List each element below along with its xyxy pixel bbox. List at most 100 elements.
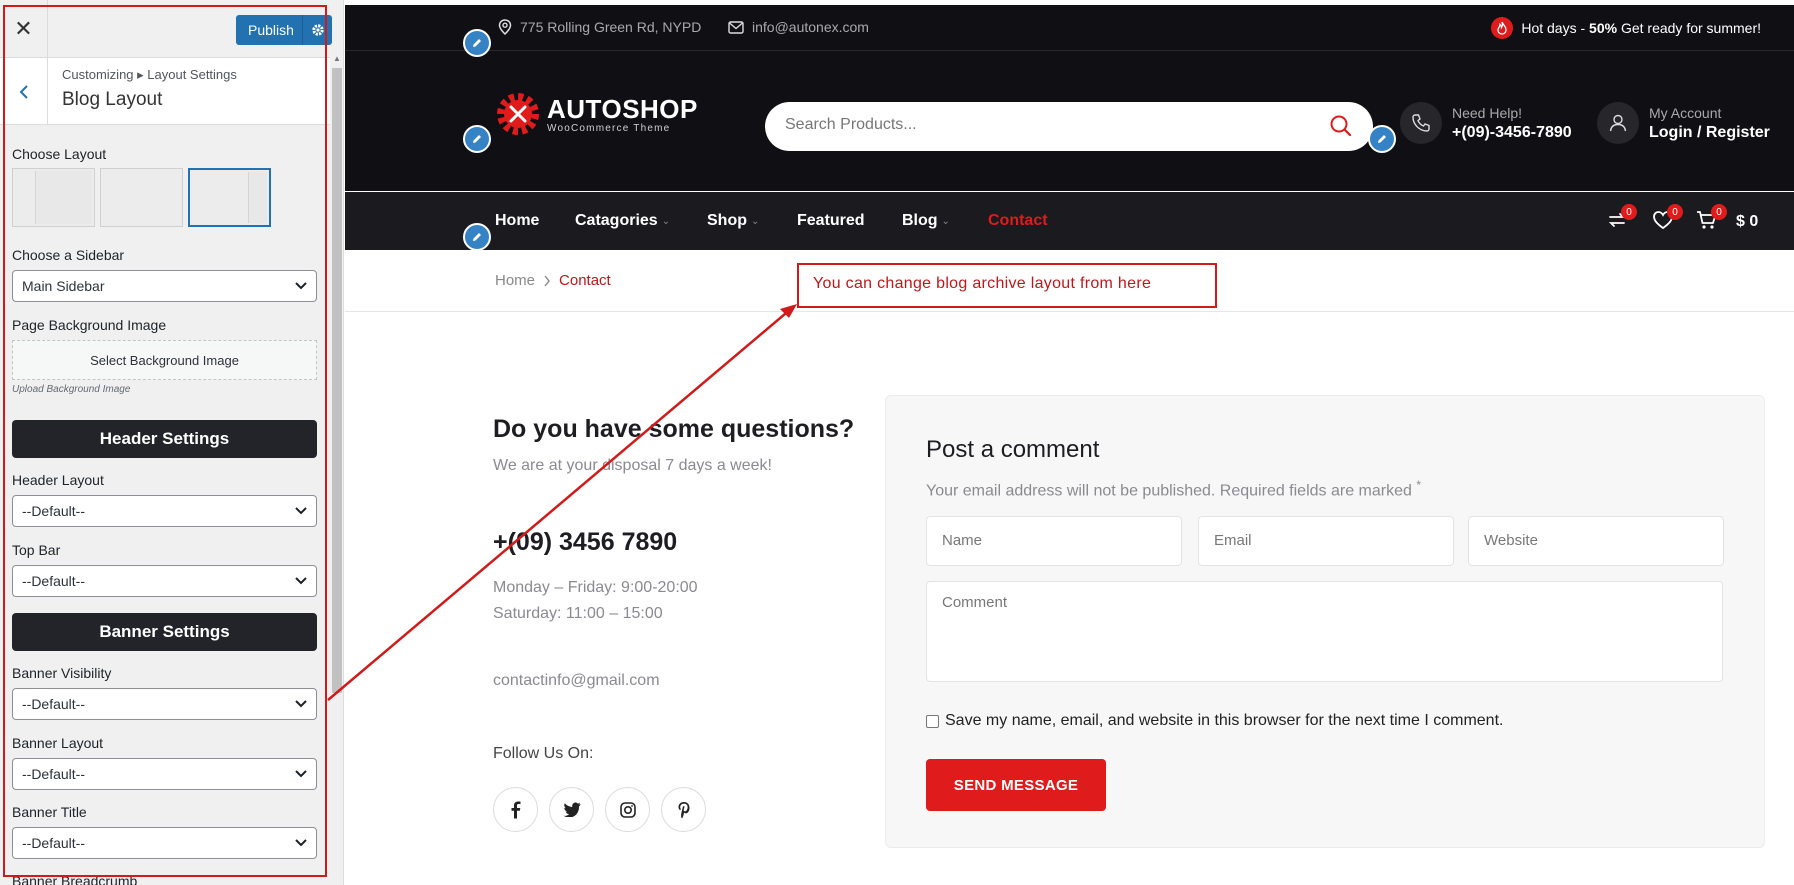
contact-email[interactable]: contactinfo@gmail.com	[493, 672, 660, 690]
section-header: Customizing ▸ Layout Settings Blog Layou…	[0, 58, 330, 125]
logo-name: AUTOSHOP	[547, 94, 698, 124]
nav-featured-label[interactable]: Featured	[797, 212, 865, 230]
edit-pencil-icon[interactable]	[463, 29, 491, 57]
facebook-icon[interactable]	[493, 787, 538, 832]
edit-pencil-icon[interactable]	[463, 125, 491, 153]
search-icon[interactable]	[1329, 114, 1353, 138]
chevron-down-icon	[295, 282, 307, 290]
cart-icon[interactable]: 0	[1695, 204, 1727, 237]
publish-label[interactable]: Publish	[236, 22, 302, 38]
promo-bold: 50%	[1589, 20, 1618, 36]
hours-weekday: Monday – Friday: 9:00-20:00	[493, 579, 698, 596]
send-message-button[interactable]: SEND MESSAGE	[926, 759, 1106, 811]
compare-badge: 0	[1621, 204, 1637, 220]
banner-title-select[interactable]: --Default--	[12, 827, 317, 859]
chevron-down-icon	[295, 700, 307, 708]
contact-hours: Monday – Friday: 9:00-20:00 Saturday: 11…	[493, 575, 698, 627]
banner-layout-select[interactable]: --Default--	[12, 758, 317, 790]
contact-phone[interactable]: +(09) 3456 7890	[493, 528, 677, 557]
chevron-right-icon	[544, 275, 550, 286]
website-field[interactable]: Website	[1468, 516, 1724, 566]
gear-icon[interactable]	[302, 15, 332, 45]
chevron-down-icon	[295, 507, 307, 515]
layout-option-left-sidebar[interactable]	[12, 168, 95, 227]
publish-button[interactable]: Publish	[236, 15, 332, 45]
twitter-icon[interactable]	[549, 787, 594, 832]
breadcrumb-home[interactable]: Home	[495, 272, 535, 289]
layout-option-right-sidebar[interactable]	[188, 168, 271, 227]
choose-layout-label: Choose Layout	[12, 146, 107, 162]
scroll-up-icon[interactable]: ▲	[333, 54, 341, 63]
promo-banner: Hot days - 50% Get ready for summer!	[1491, 17, 1761, 39]
edit-pencil-icon[interactable]	[463, 223, 491, 251]
banner-visibility-label: Banner Visibility	[12, 665, 112, 681]
user-icon	[1597, 102, 1639, 144]
address-text: 775 Rolling Green Rd, NYPD	[520, 19, 702, 35]
banner-layout-value: --Default--	[22, 766, 86, 782]
contact-title: Do you have some questions?	[493, 415, 855, 443]
nav-home-label[interactable]: Home	[495, 212, 539, 230]
site-header: AUTOSHOP WooCommerce Theme Search Produc…	[345, 51, 1794, 191]
select-background-button[interactable]: Select Background Image	[12, 340, 317, 380]
nav-featured[interactable]: Featured	[797, 212, 865, 230]
cart-total[interactable]: $ 0	[1736, 213, 1758, 231]
help-phone[interactable]: +(09)-3456-7890	[1452, 124, 1572, 142]
nav-contact[interactable]: Contact	[988, 212, 1048, 230]
nav-catagories-label[interactable]: Catagories	[575, 212, 658, 230]
save-info-label[interactable]: Save my name, email, and website in this…	[945, 712, 1503, 730]
instagram-icon[interactable]	[605, 787, 650, 832]
compare-icon[interactable]: 0	[1605, 204, 1637, 237]
comment-form: Post a comment Your email address will n…	[885, 395, 1765, 848]
nav-home[interactable]: Home	[495, 212, 539, 230]
save-info-checkbox[interactable]	[926, 714, 939, 728]
layout-options	[12, 168, 271, 227]
name-field[interactable]: Name	[926, 516, 1182, 566]
email-field[interactable]: Email	[1198, 516, 1454, 566]
main-nav: Home Catagories ⌄ Shop ⌄ Featured Blog ⌄ Co…	[345, 192, 1794, 250]
nav-catagories[interactable]: Catagories ⌄	[575, 212, 670, 230]
header-layout-select[interactable]: --Default--	[12, 495, 317, 527]
email-text[interactable]: info@autonex.com	[752, 19, 869, 35]
search-input[interactable]: Search Products...	[765, 102, 1373, 151]
pinterest-icon[interactable]	[661, 787, 706, 832]
top-bar-select[interactable]: --Default--	[12, 565, 317, 597]
account-box[interactable]: My Account Login / Register	[1597, 102, 1770, 144]
login-register-link[interactable]: Login / Register	[1649, 124, 1770, 142]
sidebar-select[interactable]: Main Sidebar	[12, 270, 317, 302]
top-bar-value: --Default--	[22, 573, 86, 589]
address-item: 775 Rolling Green Rd, NYPD	[498, 19, 701, 35]
fire-icon	[1491, 17, 1514, 39]
nav-shop[interactable]: Shop ⌄	[707, 212, 759, 230]
breadcrumb-current: Contact	[559, 272, 611, 289]
email-item[interactable]: info@autonex.com	[728, 19, 869, 35]
site-preview: 775 Rolling Green Rd, NYPD info@autonex.…	[345, 5, 1794, 885]
layout-option-full-width[interactable]	[100, 168, 183, 227]
edit-pencil-icon[interactable]	[1368, 125, 1396, 153]
promo-text: Hot days - 50% Get ready for summer!	[1521, 20, 1761, 36]
header-settings-heading[interactable]: Header Settings	[12, 420, 317, 458]
comment-field[interactable]: Comment	[926, 581, 1723, 682]
customizer-scrollbar[interactable]: ▲	[330, 52, 343, 885]
save-info-checkbox-row[interactable]: Save my name, email, and website in this…	[926, 712, 1503, 730]
nav-blog-label[interactable]: Blog	[902, 212, 938, 230]
bg-image-label: Page Background Image	[12, 317, 167, 333]
nav-blog[interactable]: Blog ⌄	[902, 212, 950, 230]
back-chevron-icon[interactable]	[0, 58, 48, 125]
customizer-header: ✕ Publish	[0, 0, 343, 58]
help-box[interactable]: Need Help! +(09)-3456-7890	[1400, 102, 1572, 144]
customizer-panel: ✕ Publish Customizing ▸ Layout Settings …	[0, 0, 344, 885]
location-pin-icon	[498, 19, 512, 35]
heart-icon[interactable]: 0	[1651, 204, 1683, 237]
nav-shop-label[interactable]: Shop	[707, 212, 747, 230]
nav-contact-label[interactable]: Contact	[988, 212, 1048, 230]
banner-settings-heading[interactable]: Banner Settings	[12, 613, 317, 651]
choose-sidebar-label: Choose a Sidebar	[12, 247, 125, 263]
logo[interactable]: AUTOSHOP WooCommerce Theme	[495, 91, 698, 137]
close-icon[interactable]: ✕	[0, 0, 48, 58]
help-label: Need Help!	[1452, 104, 1523, 121]
search-placeholder: Search Products...	[785, 116, 917, 133]
panel-title: Blog Layout	[62, 89, 163, 110]
scrollbar-thumb[interactable]	[332, 68, 342, 693]
comment-note: Your email address will not be published…	[926, 478, 1421, 500]
banner-visibility-select[interactable]: --Default--	[12, 688, 317, 720]
